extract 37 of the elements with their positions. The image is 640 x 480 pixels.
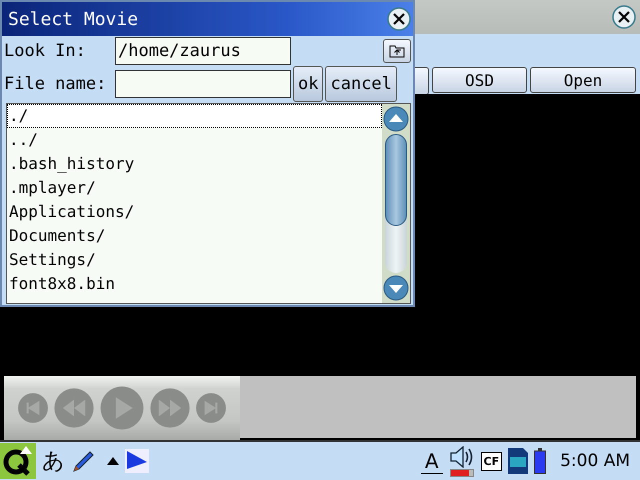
close-icon[interactable] (387, 7, 411, 31)
file-item[interactable]: Applications/ (7, 200, 382, 224)
file-item[interactable]: Settings/ (7, 248, 382, 272)
dialog-button[interactable]: cancel (325, 66, 397, 102)
file-item[interactable]: ../ (7, 128, 382, 152)
folder-up-icon (389, 44, 405, 58)
battery-icon[interactable] (534, 448, 546, 474)
scrollbar[interactable] (382, 104, 410, 303)
scroll-up-icon[interactable] (383, 106, 409, 132)
file-item[interactable]: ./ (7, 104, 382, 128)
dialog-button[interactable]: ok (293, 66, 324, 102)
volume-meter (450, 468, 474, 476)
file-item[interactable]: Documents/ (7, 224, 382, 248)
clock[interactable]: 5:00 AM (560, 451, 630, 471)
scroll-thumb[interactable] (385, 134, 407, 226)
close-icon[interactable] (612, 5, 636, 29)
scroll-down-icon[interactable] (383, 275, 409, 301)
keyboard-label[interactable]: A (420, 448, 443, 474)
file-name-field[interactable] (115, 70, 291, 98)
toolbar-button[interactable]: OSD (432, 67, 527, 93)
speaker-icon[interactable] (448, 446, 475, 468)
storage-card-label[interactable]: CF (480, 452, 502, 470)
memory-card-icon[interactable] (508, 448, 528, 474)
pencil-icon[interactable] (71, 449, 95, 473)
dialog-title: Select Movie (8, 8, 138, 30)
media-player-icon[interactable] (125, 449, 149, 473)
field-label: File name: (4, 74, 108, 94)
field-label: Look In: (4, 41, 87, 61)
path-field[interactable]: /home/zaurus (115, 37, 291, 65)
parent-folder-button[interactable] (383, 39, 411, 63)
launcher-icon[interactable] (0, 443, 36, 479)
file-item[interactable]: .bash_history (7, 152, 382, 176)
file-item[interactable]: .mplayer/ (7, 176, 382, 200)
toolbar-button[interactable]: Open (530, 67, 636, 93)
up-arrow-icon[interactable] (107, 457, 119, 465)
file-item[interactable]: font8x8.bin (7, 272, 382, 296)
input-method-label[interactable]: あ (42, 446, 65, 476)
